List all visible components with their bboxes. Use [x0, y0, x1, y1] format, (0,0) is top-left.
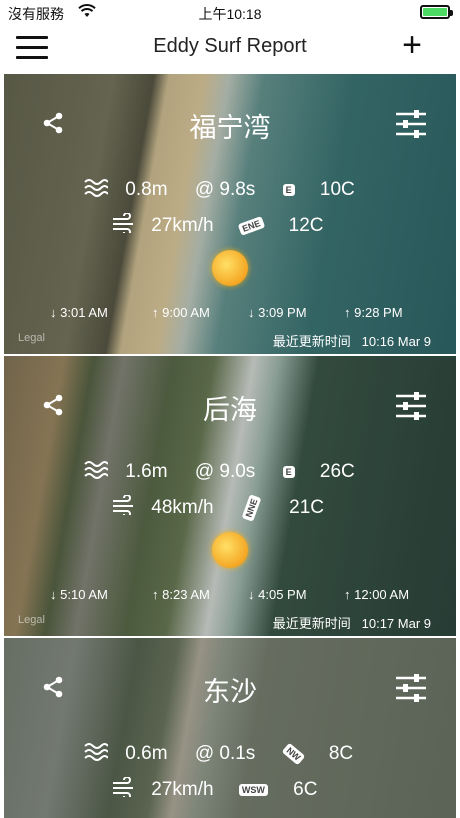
- add-spot-button[interactable]: +: [402, 28, 422, 62]
- wind-icon: [112, 212, 136, 239]
- settings-sliders-icon[interactable]: [396, 392, 426, 420]
- spot-name: 福宁湾: [189, 113, 271, 143]
- swell-row: 1.6m @ 9.0s E 26C: [84, 459, 355, 485]
- sun-icon: [212, 250, 248, 286]
- tide-high: ↑ 12:00 AM: [344, 587, 410, 602]
- wind-row: 27km/h ENE 12C: [112, 212, 324, 239]
- wind-speed: 27km/h: [151, 779, 214, 801]
- spot-card[interactable]: 东沙 0.6m @ 0.1s NW 8C 27km/h WSW 6C: [4, 638, 456, 818]
- swell-period: @ 9.0s: [194, 461, 256, 483]
- spot-name: 后海: [203, 395, 257, 425]
- water-temperature: 8C: [328, 743, 354, 765]
- wind-icon: [112, 494, 136, 521]
- swell-height: 0.6m: [125, 743, 168, 765]
- settings-sliders-icon[interactable]: [396, 110, 426, 138]
- tide-low: ↓ 3:01 AM: [50, 305, 108, 320]
- wave-icon: [84, 741, 109, 767]
- status-bar: 沒有服務 上午10:18: [0, 0, 460, 26]
- air-temperature: 6C: [293, 779, 318, 801]
- swell-period: @ 0.1s: [194, 743, 256, 765]
- swell-direction-badge: NW: [281, 742, 305, 766]
- swell-period: @ 9.8s: [194, 179, 256, 201]
- last-updated: 最近更新时间 10:17 Mar 9: [272, 616, 431, 631]
- swell-direction-badge: E: [282, 184, 295, 196]
- tide-low: ↓ 4:05 PM: [248, 587, 307, 602]
- wind-icon: [112, 776, 136, 803]
- water-temperature: 26C: [319, 461, 355, 483]
- swell-row: 0.8m @ 9.8s E 10C: [84, 177, 355, 203]
- app-title: Eddy Surf Report: [153, 35, 307, 57]
- last-updated: 最近更新时间 10:16 Mar 9: [272, 334, 431, 349]
- tide-low: ↓ 3:09 PM: [248, 305, 307, 320]
- swell-row: 0.6m @ 0.1s NW 8C: [84, 741, 353, 767]
- water-temperature: 10C: [319, 179, 355, 201]
- tide-low: ↓ 5:10 AM: [50, 587, 108, 602]
- wind-direction-badge: NNE: [241, 494, 262, 522]
- wave-icon: [84, 177, 109, 203]
- wind-speed: 27km/h: [151, 215, 214, 237]
- spot-name: 东沙: [203, 677, 257, 707]
- sun-icon: [212, 532, 248, 568]
- battery-icon: [420, 5, 453, 19]
- map-legal-link[interactable]: Legal: [18, 614, 45, 626]
- swell-height: 1.6m: [125, 461, 168, 483]
- tide-high: ↑ 9:00 AM: [152, 305, 210, 320]
- nav-bar: Eddy Surf Report +: [0, 26, 460, 72]
- air-temperature: 21C: [289, 497, 325, 519]
- wind-row: 27km/h WSW 6C: [112, 776, 318, 803]
- swell-direction-badge: E: [282, 466, 295, 478]
- wind-direction-badge: ENE: [237, 216, 265, 236]
- air-temperature: 12C: [288, 215, 324, 237]
- wave-icon: [84, 459, 109, 485]
- wind-direction-badge: WSW: [238, 784, 268, 796]
- spot-card[interactable]: 福宁湾 0.8m @ 9.8s E 10C 27km/h ENE 12C ↓ 3…: [4, 74, 456, 354]
- settings-sliders-icon[interactable]: [396, 674, 426, 702]
- map-legal-link[interactable]: Legal: [18, 332, 45, 344]
- tide-high: ↑ 9:28 PM: [344, 305, 403, 320]
- clock: 上午10:18: [198, 6, 262, 22]
- spot-card[interactable]: 后海 1.6m @ 9.0s E 26C 48km/h NNE 21C ↓ 5:…: [4, 356, 456, 636]
- tide-high: ↑ 8:23 AM: [152, 587, 210, 602]
- wind-row: 48km/h NNE 21C: [112, 494, 325, 522]
- wind-speed: 48km/h: [151, 497, 214, 519]
- swell-height: 0.8m: [125, 179, 168, 201]
